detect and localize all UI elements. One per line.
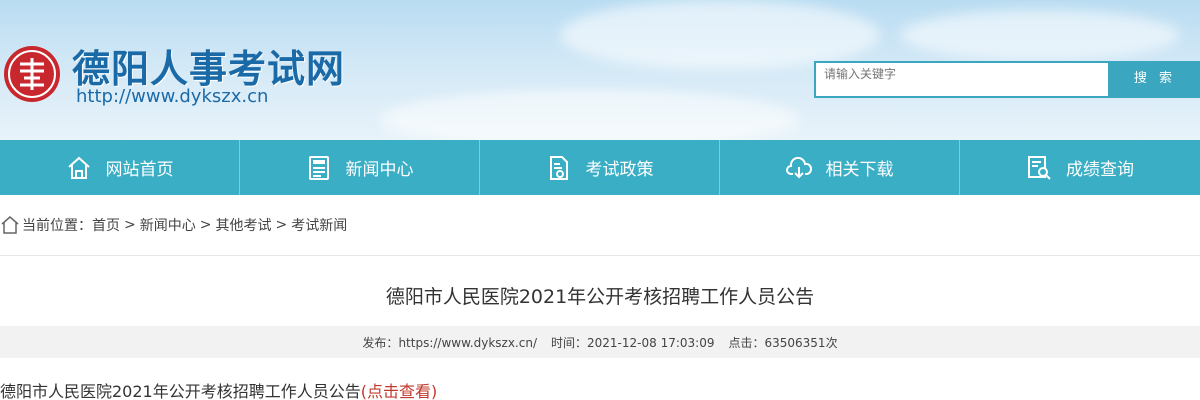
breadcrumb-separator: > [199,217,212,233]
breadcrumb-separator: > [275,217,288,233]
nav-item-scores[interactable]: 成绩查询 [960,140,1200,195]
home-icon [67,156,90,179]
meta-clicks-value: 63506351次 [764,335,838,350]
nav-item-label: 新闻中心 [345,160,414,180]
search-input[interactable] [816,64,1108,98]
meta-clicks-label: 点击： [728,335,765,350]
news-icon [308,155,329,180]
article-meta: 发布：https://www.dykszx.cn/ 时间：2021-12-08 … [0,326,1200,358]
site-title[interactable]: 德阳人事考试网 [72,38,345,93]
site-logo-seal-icon[interactable] [2,44,62,104]
breadcrumb-item-news[interactable]: 新闻中心 [140,215,196,235]
meta-clicks: 点击：63506351次 [728,334,837,351]
meta-time-label: 时间： [551,335,588,350]
nav-item-downloads[interactable]: 相关下载 [720,140,960,195]
search-box [814,61,1110,98]
location-home-icon [1,216,19,234]
meta-publisher-label: 发布： [362,335,399,350]
article-title: 德阳市人民医院2021年公开考核招聘工作人员公告 [385,286,815,308]
meta-publisher-value: https://www.dykszx.cn/ [398,335,537,350]
meta-time: 时间：2021-12-08 17:03:09 [551,334,714,351]
breadcrumb-item-other-exams[interactable]: 其他考试 [215,215,271,235]
nav-item-label: 成绩查询 [1066,160,1134,180]
nav-item-label: 网站首页 [105,160,174,180]
article-body-text: 德阳市人民医院2021年公开考核招聘工作人员公告 [0,382,361,400]
score-search-icon [1028,155,1051,180]
nav-item-news[interactable]: 新闻中心 [240,140,480,195]
main-nav: 网站首页 新闻中心 考试政策 相关下载 成绩查询 [0,140,1200,195]
cloud-download-icon [785,156,812,178]
meta-time-value: 2021-12-08 17:03:09 [587,335,715,350]
header-cloud [380,90,800,140]
breadcrumb-item-home[interactable]: 首页 [92,215,120,235]
breadcrumb-item-exam-news[interactable]: 考试新闻 [291,215,347,235]
meta-publisher: 发布：https://www.dykszx.cn/ [362,334,537,351]
nav-item-home[interactable]: 网站首页 [0,140,240,195]
article-body: 德阳市人民医院2021年公开考核招聘工作人员公告(点击查看) [0,378,437,400]
breadcrumb-prefix: 当前位置： [22,218,92,234]
site-url[interactable]: http://www.dykszx.cn [76,86,268,107]
header-cloud [900,10,1180,60]
search-button[interactable]: 搜 索 [1110,61,1200,98]
policy-icon [549,155,568,180]
content-divider [0,255,1200,256]
breadcrumb: 当前位置： 首页 > 新闻中心 > 其他考试 > 考试新闻 [0,210,347,240]
nav-item-policy[interactable]: 考试政策 [480,140,720,195]
view-attachment-link[interactable]: (点击查看) [361,382,438,400]
nav-item-label: 考试政策 [585,160,654,180]
nav-item-label: 相关下载 [825,160,894,180]
breadcrumb-separator: > [124,217,136,233]
header-cloud [560,0,880,70]
